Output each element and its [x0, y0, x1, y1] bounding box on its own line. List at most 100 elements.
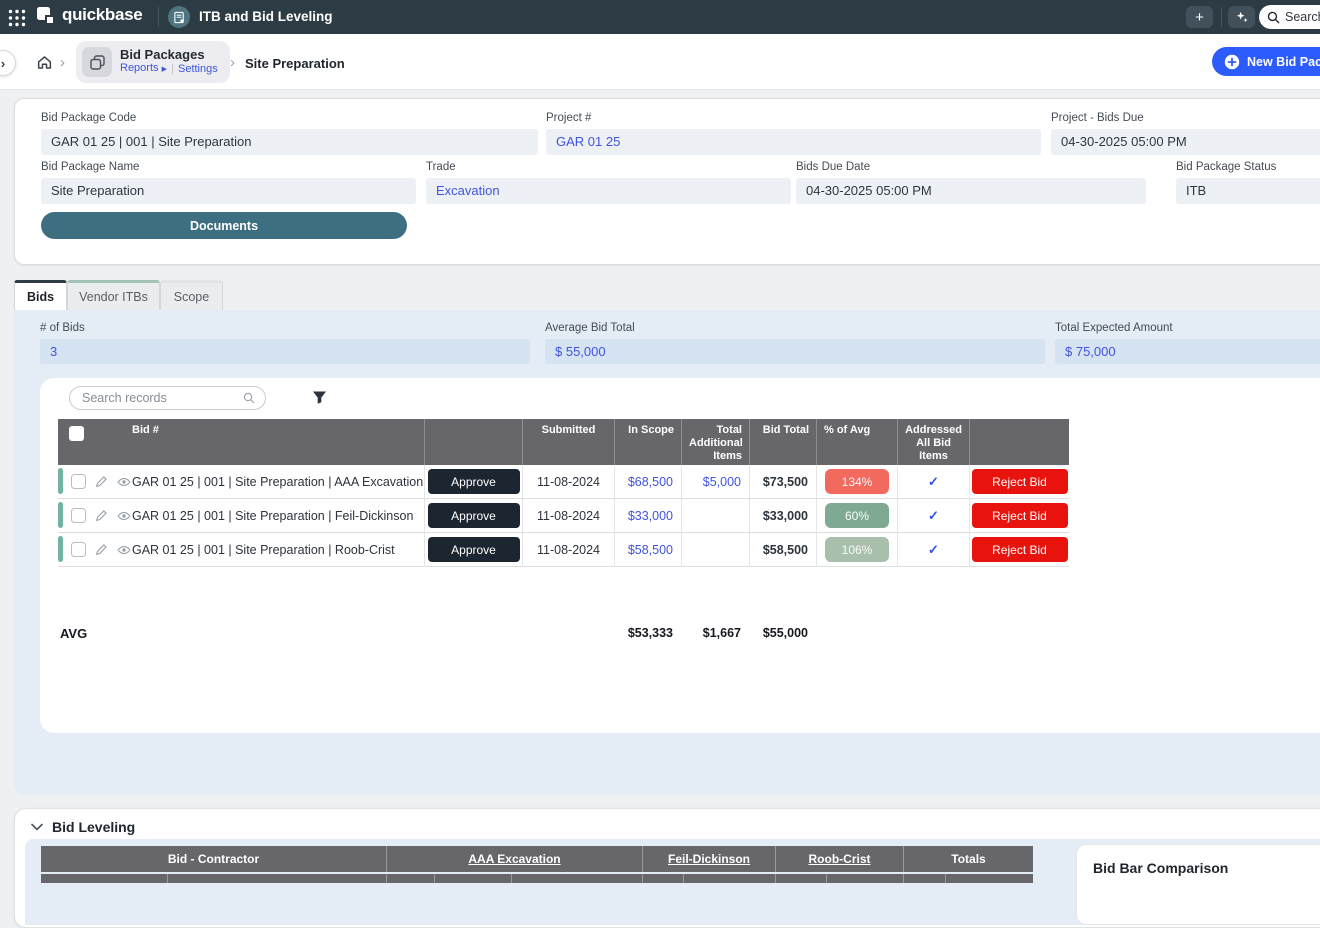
- field-label: Trade: [426, 161, 791, 173]
- chevron-right-icon: ›: [230, 54, 235, 71]
- bid-leveling-panel: Bid - Contractor AAA Excavation Feil-Dic…: [25, 839, 1320, 925]
- global-add-button[interactable]: +: [1186, 6, 1213, 28]
- col-bid-total: Bid Total: [749, 419, 816, 468]
- app-title: ITB and Bid Leveling: [199, 9, 333, 24]
- total-expected-amount-value: $ 75,000: [1055, 339, 1320, 364]
- approve-button[interactable]: Approve: [428, 503, 520, 528]
- field-label: Project #: [546, 112, 1041, 124]
- col-bid-contractor: Bid - Contractor: [41, 846, 386, 872]
- avg-summary-row: AVG $53,333 $1,667 $55,000: [58, 613, 1069, 653]
- col-contractor-link[interactable]: AAA Excavation: [386, 846, 642, 872]
- average-bid-total-value: $ 55,000: [545, 339, 1045, 364]
- bids-tab-panel: # of Bids 3 Average Bid Total $ 55,000 T…: [14, 310, 1320, 795]
- new-bid-package-button[interactable]: New Bid Package: [1212, 47, 1320, 76]
- edit-pencil-icon[interactable]: [95, 509, 108, 522]
- col-contractor-link[interactable]: Feil-Dickinson: [642, 846, 775, 872]
- bid-package-record-card: Bid Package Code GAR 01 25 | 001 | Site …: [14, 98, 1320, 265]
- col-bid: Bid #: [122, 419, 424, 468]
- view-eye-icon[interactable]: [117, 543, 131, 557]
- reports-menu[interactable]: Reports ▶: [120, 62, 167, 76]
- bid-record-link[interactable]: GAR 01 25 | 001 | Site Preparation | AAA…: [122, 475, 423, 489]
- project-number-link[interactable]: GAR 01 25: [546, 129, 1041, 155]
- bid-package-name-field: Site Preparation: [41, 178, 416, 204]
- filter-funnel-icon[interactable]: [312, 390, 327, 405]
- col-addressed: Addressed All Bid Items: [897, 419, 969, 468]
- approve-button[interactable]: Approve: [428, 469, 520, 494]
- bid-package-code-field: GAR 01 25 | 001 | Site Preparation: [41, 129, 538, 155]
- row-checkbox[interactable]: [71, 542, 86, 557]
- caret-right-icon: ▶: [162, 66, 167, 73]
- tab-vendor-itbs[interactable]: Vendor ITBs: [67, 280, 160, 310]
- quickbase-logo[interactable]: quickbase: [36, 5, 142, 25]
- plus-circle-icon: [1224, 54, 1240, 70]
- avg-additional: $1,667: [681, 613, 749, 653]
- addressed-checkmark-icon: ✓: [928, 508, 939, 524]
- submitted-date: 11-08-2024: [522, 499, 614, 533]
- field-label: Bids Due Date: [796, 161, 1146, 173]
- in-scope-amount[interactable]: $58,500: [628, 543, 673, 557]
- search-icon: [243, 391, 255, 405]
- col-contractor-link[interactable]: Roob-Crist: [775, 846, 903, 872]
- global-search-input[interactable]: [1285, 10, 1320, 24]
- reject-bid-button[interactable]: Reject Bid: [972, 469, 1068, 494]
- chart-title: Bid Bar Comparison: [1093, 860, 1228, 876]
- quickbase-logo-icon: [36, 6, 55, 25]
- global-search[interactable]: [1259, 5, 1320, 29]
- approve-button[interactable]: Approve: [428, 537, 520, 562]
- plus-icon: +: [1195, 9, 1204, 26]
- edit-pencil-icon[interactable]: [95, 475, 108, 488]
- ai-sparkle-button[interactable]: [1228, 6, 1255, 28]
- project-bids-due-field: 04-30-2025 05:00 PM: [1051, 129, 1320, 155]
- in-scope-amount[interactable]: $68,500: [628, 475, 673, 489]
- app-icon[interactable]: [168, 6, 190, 28]
- view-eye-icon[interactable]: [117, 475, 131, 489]
- sidebar-expand-button[interactable]: ›: [0, 50, 16, 76]
- settings-link[interactable]: Settings: [178, 63, 218, 76]
- topbar-divider: [158, 7, 159, 27]
- home-icon[interactable]: [36, 54, 53, 71]
- sparkle-icon: [1235, 10, 1249, 24]
- in-scope-amount[interactable]: $33,000: [628, 509, 673, 523]
- bid-total-amount: $73,500: [749, 465, 816, 499]
- chevron-down-icon: [31, 823, 43, 831]
- bid-record-link[interactable]: GAR 01 25 | 001 | Site Preparation | Roo…: [122, 543, 395, 557]
- col-additional: Total Additional Items: [681, 419, 749, 468]
- bid-leveling-collapse-toggle[interactable]: Bid Leveling: [31, 819, 135, 835]
- bids-table-header: Bid # Submitted In Scope Total Additiona…: [58, 419, 1069, 465]
- stat-label: Average Bid Total: [545, 322, 1045, 334]
- pct-of-avg-badge: 106%: [825, 537, 889, 562]
- field-label: Bid Package Code: [41, 112, 538, 124]
- col-in-scope: In Scope: [614, 419, 681, 468]
- documents-button[interactable]: Documents: [41, 212, 407, 239]
- records-search[interactable]: [69, 386, 266, 410]
- table-icon: [82, 47, 112, 77]
- trade-link[interactable]: Excavation: [426, 178, 791, 204]
- field-label: Bid Package Status: [1176, 161, 1320, 173]
- avg-bid-total: $55,000: [749, 613, 816, 653]
- records-search-input[interactable]: [82, 391, 243, 405]
- addressed-checkmark-icon: ✓: [928, 542, 939, 558]
- addressed-checkmark-icon: ✓: [928, 474, 939, 490]
- pct-of-avg-badge: 60%: [825, 503, 889, 528]
- avg-in-scope: $53,333: [614, 613, 681, 653]
- record-tabs: Bids Vendor ITBs Scope: [14, 280, 223, 310]
- tab-bids[interactable]: Bids: [14, 280, 67, 310]
- view-eye-icon[interactable]: [117, 509, 131, 523]
- row-checkbox[interactable]: [71, 474, 86, 489]
- reject-bid-button[interactable]: Reject Bid: [972, 537, 1068, 562]
- stat-label: Total Expected Amount: [1055, 322, 1320, 334]
- reject-bid-button[interactable]: Reject Bid: [972, 503, 1068, 528]
- field-label: Bid Package Name: [41, 161, 416, 173]
- bid-record-link[interactable]: GAR 01 25 | 001 | Site Preparation | Fei…: [122, 509, 413, 523]
- pct-of-avg-badge: 134%: [825, 469, 889, 494]
- app-switcher-grid-icon[interactable]: [8, 9, 26, 27]
- tab-scope[interactable]: Scope: [160, 280, 223, 310]
- row-checkbox[interactable]: [71, 508, 86, 523]
- breadcrumb-table-pill[interactable]: Bid Packages Reports ▶ Settings: [76, 41, 230, 83]
- edit-pencil-icon[interactable]: [95, 543, 108, 556]
- table-row: GAR 01 25 | 001 | Site Preparation | Roo…: [58, 533, 1069, 567]
- bid-leveling-section: Bid Leveling Bid - Contractor AAA Excava…: [14, 808, 1320, 928]
- table-row: GAR 01 25 | 001 | Site Preparation | AAA…: [58, 465, 1069, 499]
- select-all-checkbox[interactable]: [69, 426, 84, 441]
- additional-items-amount[interactable]: $5,000: [703, 475, 741, 489]
